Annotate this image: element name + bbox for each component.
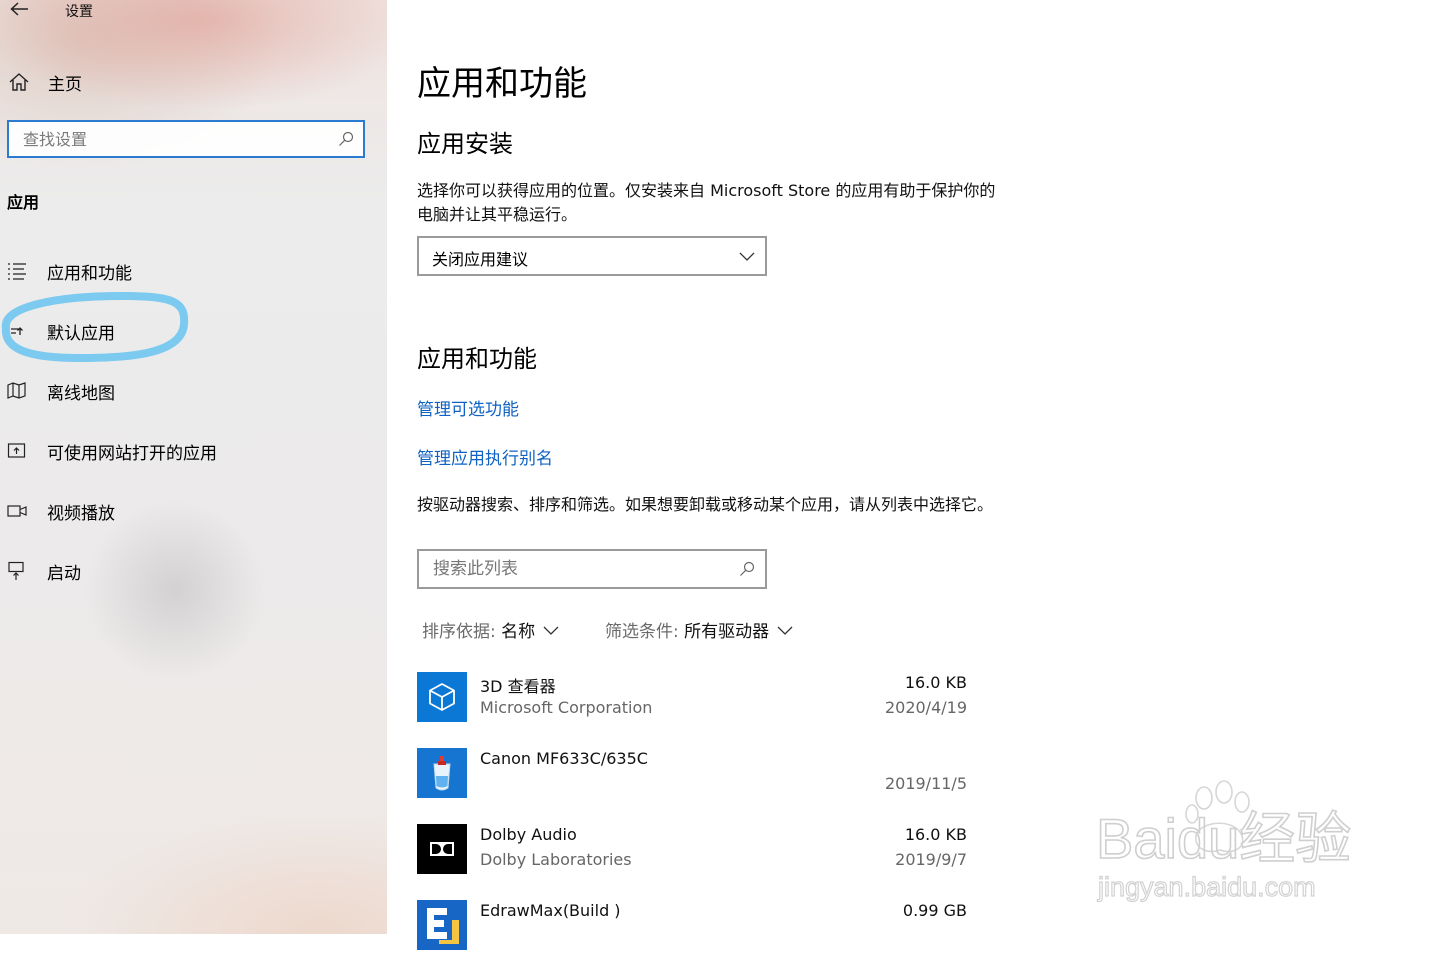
edrawmax-icon [417,900,467,950]
app-source-dropdown[interactable]: 关闭应用建议 [417,236,767,276]
filter-selector[interactable]: 筛选条件: 所有驱动器 [605,617,793,642]
sidebar-item-video-playback[interactable]: 视频播放 [0,496,387,526]
app-publisher: Dolby Laboratories [480,850,632,869]
sidebar: 设置 主页 应用 应用和功能 默认应用 离线地图 [0,0,387,934]
filter-label: 筛选条件: [605,622,679,642]
app-list-item[interactable]: EdrawMax(Build ) 0.99 GB [417,900,967,960]
sidebar-item-offline-maps[interactable]: 离线地图 [0,376,387,406]
map-icon [7,382,26,399]
filter-value: 所有驱动器 [684,622,770,642]
startup-icon [8,561,24,580]
page-title: 应用和功能 [417,64,587,104]
video-icon [7,505,27,517]
back-arrow-icon[interactable] [8,0,30,20]
3d-viewer-icon [417,672,467,722]
sidebar-item-label: 视频播放 [47,504,115,524]
default-apps-icon [11,327,23,335]
app-name: Dolby Audio [480,825,577,844]
dropdown-value: 关闭应用建议 [432,250,529,269]
settings-search-box[interactable] [7,120,365,158]
install-heading: 应用安装 [417,130,513,158]
app-date: 2019/11/5 [884,774,967,793]
sort-label: 排序依据: [422,622,496,642]
web-app-icon [7,443,26,458]
app-publisher: Microsoft Corporation [480,698,653,717]
sidebar-item-label: 默认应用 [47,324,115,344]
sidebar-item-apps-features[interactable]: 应用和功能 [0,256,387,286]
app-list-item[interactable]: Canon MF633C/635C 2019/11/5 [417,748,967,808]
sidebar-item-label: 启动 [47,564,81,584]
app-size: 16.0 KB [904,825,967,844]
sidebar-item-label: 应用和功能 [47,264,132,284]
features-description: 按驱动器搜索、排序和筛选。如果想要卸载或移动某个应用，请从列表中选择它。 [417,495,994,514]
sidebar-item-default-apps[interactable]: 默认应用 [0,316,387,346]
manage-app-alias-link[interactable]: 管理应用执行别名 [417,444,553,469]
app-size: 16.0 KB [904,673,967,692]
sidebar-item-startup[interactable]: 启动 [0,556,387,586]
app-list-search-input[interactable] [419,551,723,587]
printer-app-icon [417,748,467,798]
section-label-apps: 应用 [7,193,40,212]
sidebar-item-label: 可使用网站打开的应用 [47,444,217,464]
dolby-icon [417,824,467,874]
sidebar-item-web-apps[interactable]: 可使用网站打开的应用 [0,436,387,466]
home-icon [9,73,29,91]
features-heading: 应用和功能 [417,345,537,373]
search-icon[interactable] [739,561,755,577]
app-date: 2020/4/19 [884,698,967,717]
install-description: 选择你可以获得应用的位置。仅安装来自 Microsoft Store 的应用有助… [417,181,996,224]
main-panel: 应用和功能 应用安装 选择你可以获得应用的位置。仅安装来自 Microsoft … [387,0,1430,950]
app-name: 3D 查看器 [480,677,556,696]
app-list-search-box[interactable] [417,549,767,589]
home-label: 主页 [48,75,82,95]
sort-value: 名称 [501,622,536,642]
settings-search-input[interactable] [9,122,323,156]
app-size: 0.99 GB [902,901,967,920]
app-date: 2019/9/7 [895,850,967,869]
list-icon [8,263,26,280]
app-list-item[interactable]: Dolby Audio Dolby Laboratories 16.0 KB 2… [417,824,967,884]
sidebar-item-label: 离线地图 [47,384,115,404]
sort-selector[interactable]: 排序依据: 名称 [422,617,559,642]
chevron-down-icon [739,252,755,261]
manage-optional-features-link[interactable]: 管理可选功能 [417,395,519,420]
search-icon[interactable] [338,131,354,147]
app-name: EdrawMax(Build ) [480,901,621,920]
chevron-down-icon [777,626,793,635]
window-title: 设置 [65,4,93,20]
app-name: Canon MF633C/635C [480,749,648,768]
chevron-down-icon [543,626,559,635]
app-list-item[interactable]: 3D 查看器 Microsoft Corporation 16.0 KB 202… [417,672,967,732]
